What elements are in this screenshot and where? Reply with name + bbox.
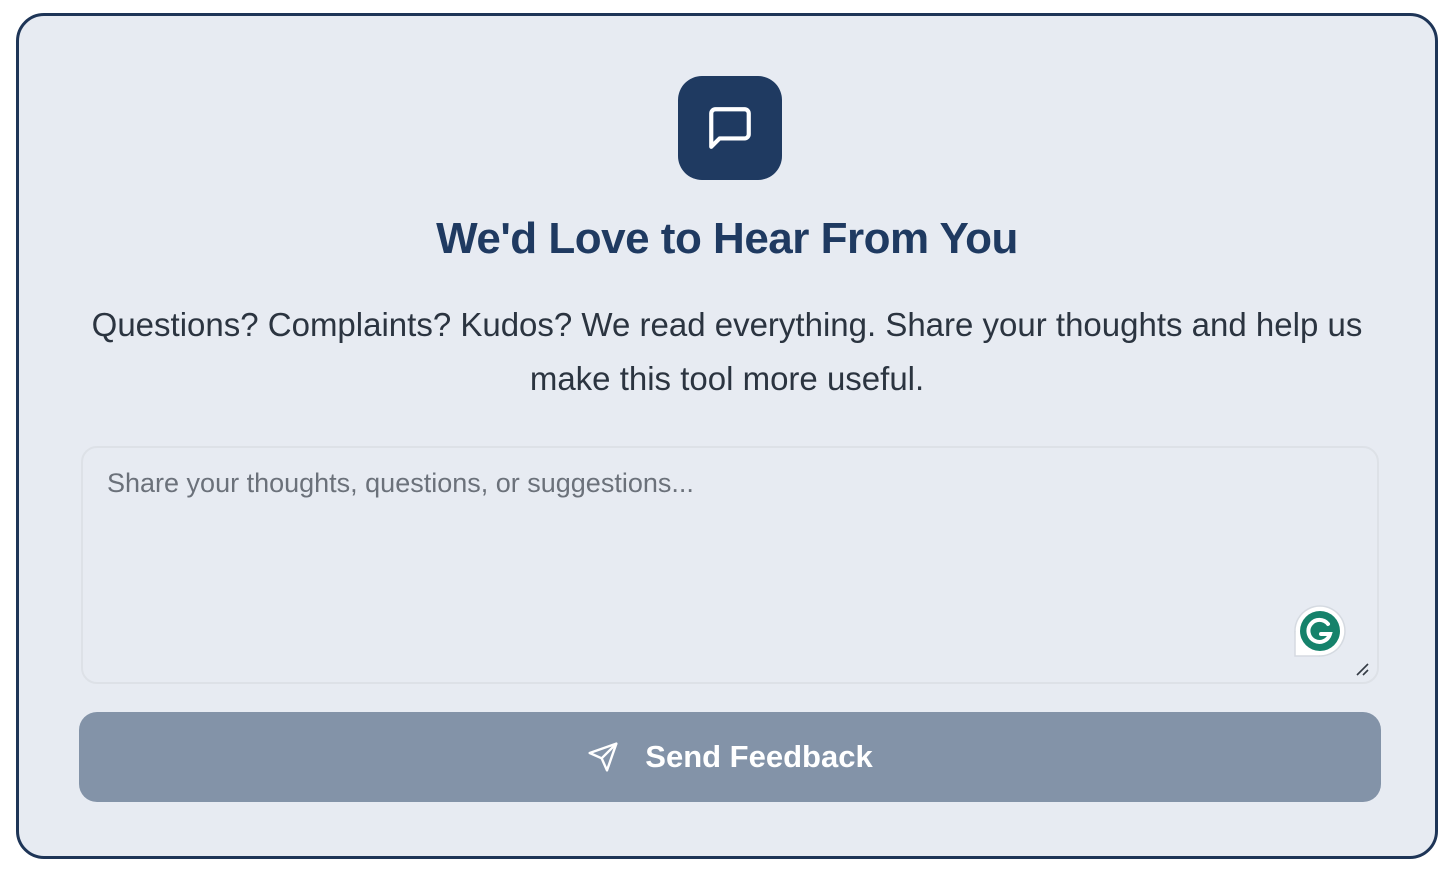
message-square-icon (678, 76, 782, 180)
feedback-textarea[interactable] (83, 448, 1377, 682)
send-feedback-label: Send Feedback (645, 739, 873, 774)
grammarly-icon[interactable] (1293, 604, 1347, 658)
page-subtitle: Questions? Complaints? Kudos? We read ev… (91, 306, 1363, 397)
page-title: We'd Love to Hear From You (436, 214, 1018, 263)
send-feedback-button[interactable]: Send Feedback (79, 712, 1381, 802)
resize-handle-icon[interactable] (1355, 662, 1369, 676)
send-icon (587, 741, 619, 773)
feedback-field-container (81, 446, 1379, 684)
feedback-card: We'd Love to Hear From You Questions? Co… (16, 13, 1438, 859)
